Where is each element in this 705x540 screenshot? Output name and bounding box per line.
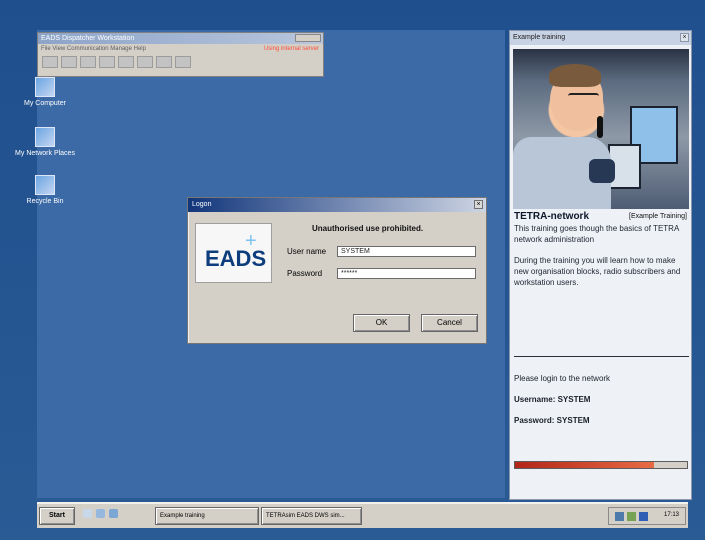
operator-photo xyxy=(513,49,689,209)
desktop-icon-my-computer[interactable]: My Computer xyxy=(10,77,80,107)
server-status: Using internal server xyxy=(263,46,319,52)
close-icon[interactable]: × xyxy=(474,200,483,209)
task-label: Example training xyxy=(160,513,205,519)
logon-title: Logon xyxy=(192,201,212,208)
eads-logo: EADS + xyxy=(195,223,272,283)
close-icon[interactable]: × xyxy=(680,33,689,42)
training-title: Example training xyxy=(513,34,566,41)
headset-graphic xyxy=(597,116,603,138)
tray-icon[interactable] xyxy=(627,512,636,521)
tray-icon[interactable] xyxy=(639,512,648,521)
divider xyxy=(514,356,689,357)
menu-communication[interactable]: Communication xyxy=(67,46,109,52)
menu-manage[interactable]: Manage xyxy=(110,46,132,52)
unauthorised-warning: Unauthorised use prohibited. xyxy=(312,224,424,233)
menu-view[interactable]: View xyxy=(52,46,65,52)
computer-icon xyxy=(35,77,55,97)
task-tetra-sim[interactable]: TETRAsim EADS DWS sim... xyxy=(261,507,362,525)
dispatcher-toolbar xyxy=(38,54,323,70)
quick-launch-icon[interactable] xyxy=(96,509,105,518)
training-progress xyxy=(514,461,688,469)
plus-icon: + xyxy=(245,230,257,252)
desktop-icon-label: My Network Places xyxy=(15,150,75,157)
ok-button[interactable]: OK xyxy=(353,314,410,332)
toolbar-button-7[interactable] xyxy=(156,56,172,68)
training-progress-fill xyxy=(515,462,655,468)
password-label: Password xyxy=(287,269,323,278)
network-icon xyxy=(35,127,55,147)
recycle-bin-icon xyxy=(35,175,55,195)
shoulder-patch-graphic xyxy=(589,159,615,183)
password-line: Password: SYSTEM xyxy=(514,415,590,425)
username-field[interactable]: SYSTEM xyxy=(337,246,476,257)
taskbar: Start Example training TETRAsim EADS DWS… xyxy=(37,502,688,528)
toolbar-button-6[interactable] xyxy=(137,56,153,68)
login-intro: Please login to the network xyxy=(514,374,611,384)
toolbar-button-5[interactable] xyxy=(118,56,134,68)
start-label: Start xyxy=(49,512,65,519)
glasses-graphic xyxy=(568,93,599,100)
desktop-icon-label: Recycle Bin xyxy=(26,198,64,205)
logon-dialog: Logon × EADS + Unauthorised use prohibit… xyxy=(187,197,487,344)
dispatcher-titlebar: EADS Dispatcher Workstation xyxy=(38,33,323,44)
clock: 17:13 xyxy=(663,512,679,518)
quick-launch-icon[interactable] xyxy=(109,509,118,518)
login-info: Please login to the network Username: SY… xyxy=(514,364,689,437)
training-panel: Example training × TETRA-network [Exampl… xyxy=(509,30,692,500)
menu-file[interactable]: File xyxy=(41,46,51,52)
dispatcher-window: EADS Dispatcher Workstation File View Co… xyxy=(37,32,324,77)
cancel-button[interactable]: Cancel xyxy=(421,314,478,332)
training-tag: [Example Training] xyxy=(629,213,687,220)
start-button[interactable]: Start xyxy=(39,507,75,525)
menu-help[interactable]: Help xyxy=(134,46,146,52)
system-tray: 17:13 xyxy=(608,507,686,525)
toolbar-button-3[interactable] xyxy=(80,56,96,68)
toolbar-button-1[interactable] xyxy=(42,56,58,68)
toolbar-button-2[interactable] xyxy=(61,56,77,68)
window-controls[interactable] xyxy=(295,34,321,42)
logon-titlebar: Logon × xyxy=(188,198,486,212)
desktop-icon-label: My Computer xyxy=(23,100,66,107)
tray-icon[interactable] xyxy=(615,512,624,521)
password-field[interactable]: ****** xyxy=(337,268,476,279)
toolbar-button-4[interactable] xyxy=(99,56,115,68)
toolbar-button-8[interactable] xyxy=(175,56,191,68)
desktop-icon-recycle-bin[interactable]: Recycle Bin xyxy=(10,175,80,205)
operator-hair-graphic xyxy=(549,64,601,87)
dispatcher-title: EADS Dispatcher Workstation xyxy=(41,35,135,42)
task-label: TETRAsim EADS DWS sim... xyxy=(266,513,345,519)
training-description: This training goes though the basics of … xyxy=(514,224,681,287)
quick-launch-icon[interactable] xyxy=(83,509,92,518)
desktop-icon-network-places[interactable]: My Network Places xyxy=(10,127,80,157)
tetra-heading: TETRA-network xyxy=(514,211,589,222)
training-titlebar: Example training × xyxy=(510,31,691,45)
task-example-training[interactable]: Example training xyxy=(155,507,259,525)
username-label: User name xyxy=(287,247,327,256)
username-line: Username: SYSTEM xyxy=(514,395,591,405)
dispatcher-menu: File View Communication Manage Help Usin… xyxy=(38,44,323,54)
